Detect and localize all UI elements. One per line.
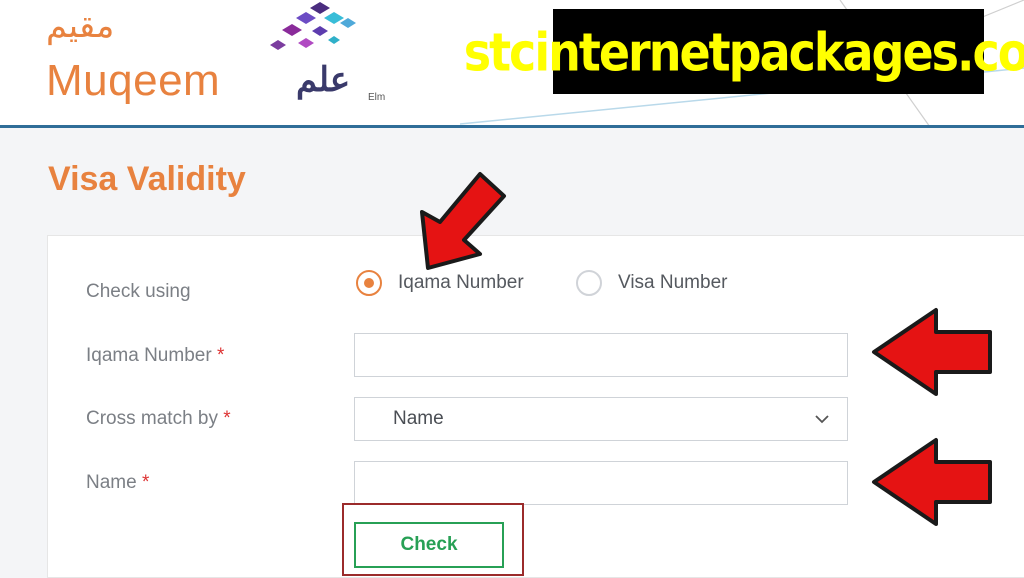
radio-iqama-number[interactable] [356,270,382,296]
cross-match-select[interactable]: Name [354,397,848,441]
radio-visa-label[interactable]: Visa Number [618,272,727,294]
annotation-arrow-left-icon [872,438,992,526]
muqeem-logo-arabic: مقيم [46,7,115,45]
app-header: مقيم Muqeem علم Elm stcinternetpackages.… [0,0,1024,127]
iqama-number-input[interactable] [354,333,848,377]
elm-logo-arabic: علم [296,61,351,99]
check-button[interactable]: Check [354,522,504,568]
required-mark: * [216,345,225,366]
watermark-text: stcinternetpackages.com [463,20,1024,83]
muqeem-logo-english: Muqeem [46,56,221,105]
required-mark: * [141,472,150,493]
check-using-label: Check using [86,281,191,302]
cross-match-label: Cross match by * [86,408,231,429]
name-label: Name * [86,472,150,493]
iqama-number-label: Iqama Number * [86,345,225,366]
watermark-banner: stcinternetpackages.com [464,9,1024,94]
elm-logo-english: Elm [368,92,386,103]
annotation-arrow-down-icon [420,172,506,270]
header-divider [0,125,1024,128]
name-input[interactable] [354,461,848,505]
chevron-down-icon [815,415,829,424]
required-mark: * [223,408,231,429]
cross-match-selected-value: Name [393,408,444,429]
annotation-arrow-left-icon [872,308,992,396]
page-title: Visa Validity [48,160,246,198]
radio-visa-number[interactable] [576,270,602,296]
